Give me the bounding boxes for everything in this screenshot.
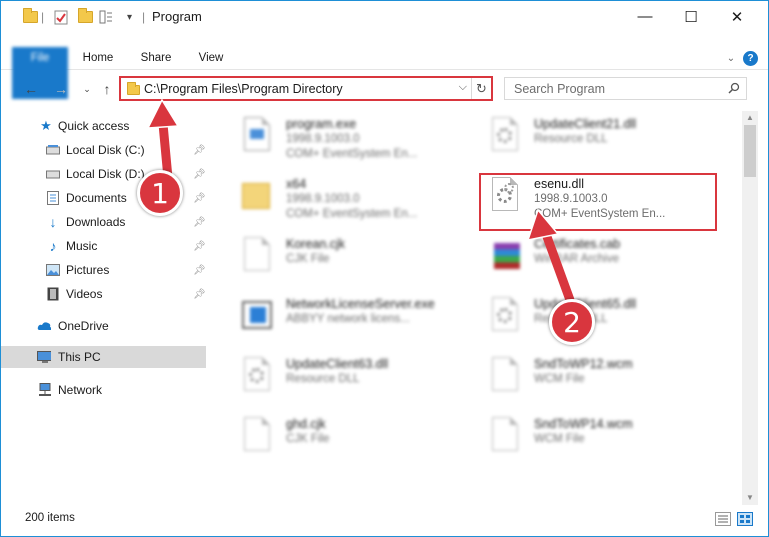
documents-icon [46, 191, 60, 205]
address-dropdown-icon[interactable]: ⌵ [459, 81, 467, 94]
recent-locations-icon[interactable]: ⌄ [77, 79, 97, 99]
minimize-button[interactable]: — [622, 1, 668, 32]
customize-icon[interactable] [99, 9, 113, 25]
step-2-badge: 2 [549, 299, 595, 345]
back-arrow-icon[interactable]: ← [21, 79, 41, 99]
scroll-up-icon[interactable]: ▲ [742, 111, 758, 125]
pin-icon[interactable]: 📌︎ [193, 193, 206, 204]
title-bar: | ▾ | Program — ☐ ✕ [1, 1, 768, 32]
application-icon [238, 297, 276, 337]
sidebar-item-music[interactable]: ♪ Music 📌︎ [1, 235, 206, 257]
file-icon [486, 417, 524, 457]
quick-access-dropdown-icon[interactable]: ▾ [127, 9, 132, 25]
tiles-view-icon[interactable] [737, 512, 753, 526]
sidebar-item-quick-access[interactable]: ★ Quick access [1, 115, 206, 137]
dll-icon [486, 117, 524, 157]
list-item[interactable]: x64 1998.9.1003.0 COM+ EventSystem En... [226, 171, 466, 223]
refresh-icon[interactable]: ↻ [471, 78, 491, 99]
tab-view[interactable]: View [191, 47, 231, 70]
tab-home[interactable]: Home [76, 47, 120, 70]
file-icon [486, 357, 524, 397]
star-icon: ★ [40, 118, 52, 133]
forward-arrow-icon[interactable]: → [51, 79, 71, 99]
search-input[interactable]: Search Program [504, 77, 747, 100]
close-button[interactable]: ✕ [714, 1, 760, 32]
sidebar-item-onedrive[interactable]: OneDrive [1, 315, 206, 337]
explorer-window: | ▾ | Program — ☐ ✕ File Home Share View… [0, 0, 769, 537]
network-icon [37, 383, 51, 397]
pin-icon[interactable]: 📌︎ [193, 241, 206, 252]
pin-icon[interactable]: 📌︎ [193, 169, 206, 180]
navigation-pane: ★ Quick access Local Disk (C:) 📌︎ Local … [1, 111, 211, 503]
pin-icon[interactable]: 📌︎ [193, 145, 206, 156]
dll-icon [486, 297, 524, 337]
dll-icon [238, 357, 276, 397]
list-item[interactable]: ghd.cjk CJK File [226, 411, 466, 463]
separator: | [41, 10, 45, 24]
maximize-button[interactable]: ☐ [668, 1, 714, 32]
disk-icon [46, 167, 60, 181]
highlight-box [479, 173, 717, 231]
list-item[interactable]: UpdateClient63.dll Resource DLL [226, 351, 466, 403]
scrollbar-thumb[interactable] [744, 125, 756, 177]
list-item[interactable]: program.exe 1998.9.1003.0 COM+ EventSyst… [226, 111, 466, 163]
step-1-badge: 1 [137, 170, 183, 216]
details-view-icon[interactable] [715, 512, 731, 526]
disk-icon [46, 143, 60, 157]
search-icon[interactable] [728, 82, 740, 94]
separator: | [142, 10, 146, 24]
vertical-scrollbar[interactable]: ▲ ▼ [742, 111, 758, 505]
file-icon [238, 237, 276, 277]
list-item[interactable]: SndToWP14.wcm WCM File [474, 411, 714, 463]
cloud-icon [37, 319, 51, 333]
sidebar-item-pictures[interactable]: Pictures 📌︎ [1, 259, 206, 281]
pin-icon[interactable]: 📌︎ [193, 265, 206, 276]
folder-icon [238, 177, 276, 217]
sidebar-item-downloads[interactable]: ↓ Downloads 📌︎ [1, 211, 206, 233]
pin-icon[interactable]: 📌︎ [193, 289, 206, 300]
address-path[interactable]: C:\Program Files\Program Directory [144, 82, 343, 96]
list-item[interactable]: Certificates.cab WinRAR Archive [474, 231, 714, 283]
ribbon-tabs: File Home Share View ⌄ ? [1, 47, 768, 99]
list-item[interactable]: SndToWP12.wcm WCM File [474, 351, 714, 403]
videos-icon [46, 287, 60, 301]
file-icon [238, 417, 276, 457]
window-title: Program [152, 9, 202, 24]
properties-icon[interactable] [54, 9, 68, 25]
archive-icon [486, 237, 524, 277]
sidebar-item-network[interactable]: Network [1, 379, 206, 401]
sidebar-item-videos[interactable]: Videos 📌︎ [1, 283, 206, 305]
exe-icon [238, 117, 276, 157]
up-arrow-icon[interactable]: ↑ [97, 79, 117, 99]
pin-icon[interactable]: 📌︎ [193, 217, 206, 228]
scroll-down-icon[interactable]: ▼ [742, 491, 758, 505]
address-bar[interactable]: C:\Program Files\Program Directory ⌵ ↻ [119, 76, 493, 101]
expand-ribbon-icon[interactable]: ⌄ [723, 47, 739, 70]
tab-share[interactable]: Share [134, 47, 178, 70]
file-list: program.exe 1998.9.1003.0 COM+ EventSyst… [216, 111, 742, 503]
pictures-icon [46, 263, 60, 277]
music-icon: ♪ [49, 238, 57, 254]
folder-icon [23, 8, 38, 25]
new-folder-icon[interactable] [78, 8, 93, 25]
list-item[interactable]: NetworkLicenseServer.exe ABBYY network l… [226, 291, 466, 343]
sidebar-item-this-pc[interactable]: This PC [1, 346, 206, 368]
search-placeholder: Search Program [514, 82, 606, 96]
list-item[interactable]: UpdateClient21.dll Resource DLL [474, 111, 714, 163]
help-icon[interactable]: ? [743, 51, 758, 66]
download-icon: ↓ [49, 214, 57, 230]
folder-icon [127, 82, 140, 95]
sidebar-item-local-disk-c[interactable]: Local Disk (C:) 📌︎ [1, 139, 206, 161]
list-item[interactable]: Korean.cjk CJK File [226, 231, 466, 283]
computer-icon [37, 350, 51, 364]
item-count: 200 items [25, 512, 75, 524]
